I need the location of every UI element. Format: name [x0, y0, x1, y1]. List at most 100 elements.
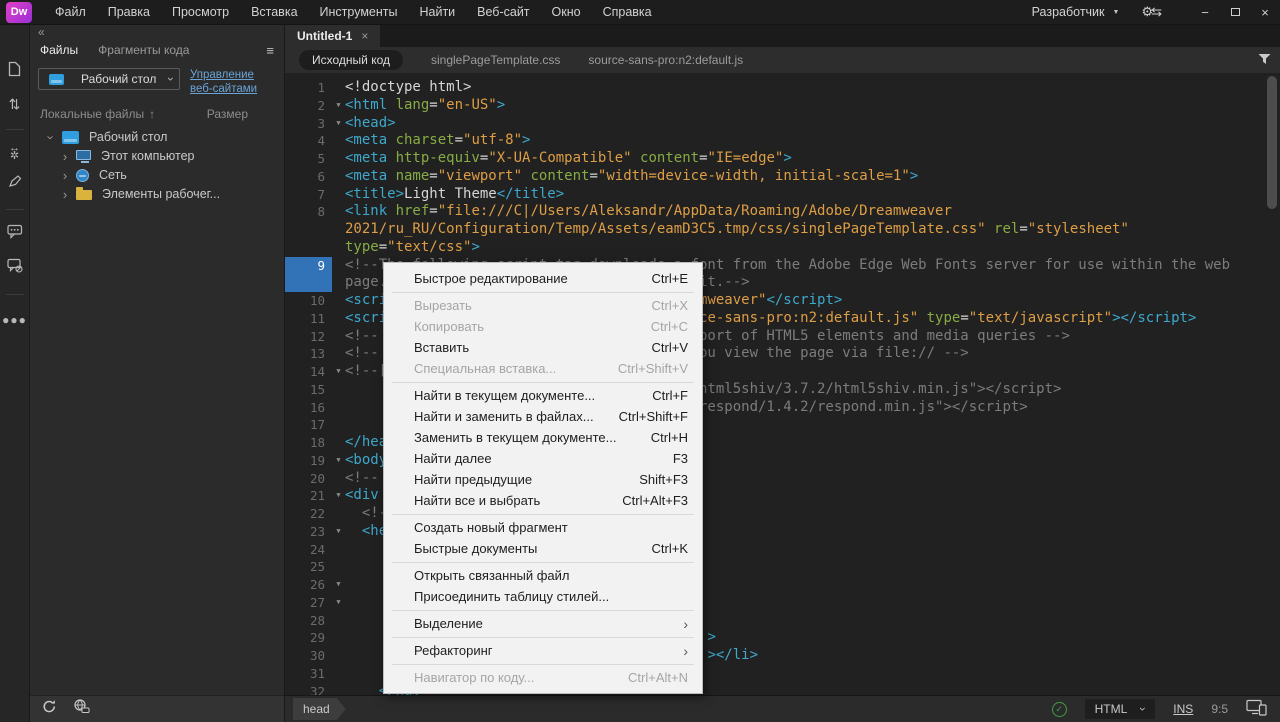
code-fold-icon[interactable]: ▼	[332, 115, 345, 133]
context-menu-item[interactable]: Открыть связанный файл	[384, 565, 702, 586]
context-menu-item[interactable]: Рефакторинг›	[384, 640, 702, 661]
site-selector[interactable]: Рабочий стол ›	[38, 68, 180, 90]
code-row[interactable]: type="text/css">	[285, 239, 1280, 257]
restore-icon	[1231, 8, 1240, 16]
code-row[interactable]: 5<meta http-equiv="X-UA-Compatible" cont…	[285, 150, 1280, 168]
find-replace-icon[interactable]: ↔✲	[9, 144, 20, 160]
menubar-item[interactable]: Справка	[592, 0, 663, 24]
context-menu-item[interactable]: ВырезатьCtrl+X	[384, 295, 702, 316]
menubar-item[interactable]: Просмотр	[161, 0, 240, 24]
context-menu-item[interactable]: КопироватьCtrl+C	[384, 316, 702, 337]
menubar-item[interactable]: Файл	[44, 0, 97, 24]
tree-item[interactable]: ›Рабочий стол	[30, 128, 284, 147]
code-fold-spacer	[332, 665, 345, 683]
tag-selector[interactable]: head	[293, 698, 346, 720]
document-tab-title: Untitled-1	[297, 29, 352, 43]
code-row[interactable]: 8<link href="file:///C|/Users/Aleksandr/…	[285, 203, 1280, 221]
workspace-switcher[interactable]: Разработчик ▼	[1032, 5, 1120, 19]
context-menu-item[interactable]: Найти предыдущиеShift+F3	[384, 469, 702, 490]
document-tab[interactable]: Untitled-1 ×	[285, 25, 380, 47]
left-toolbar: ⇅ ↔✲ ●●●	[0, 25, 30, 722]
context-menu-item[interactable]: Найти и заменить в файлах...Ctrl+Shift+F	[384, 406, 702, 427]
line-number: 1	[285, 79, 332, 97]
menubar-item[interactable]: Найти	[408, 0, 466, 24]
column-size[interactable]: Размер	[207, 107, 248, 121]
close-button[interactable]: ×	[1250, 0, 1280, 24]
tab-code-snippets[interactable]: Фрагменты кода	[98, 43, 189, 57]
context-menu-item[interactable]: Найти в текущем документе...Ctrl+F	[384, 385, 702, 406]
menubar-item[interactable]: Окно	[541, 0, 592, 24]
code-row[interactable]: 2021/ru_RU/Configuration/Temp/Assets/eam…	[285, 221, 1280, 239]
code-row[interactable]: 2▼<html lang="en-US">	[285, 97, 1280, 115]
file-transfer-icon[interactable]: ⇅	[9, 96, 21, 113]
new-file-icon[interactable]	[8, 61, 21, 82]
context-menu-item[interactable]: Специальная вставка...Ctrl+Shift+V	[384, 358, 702, 379]
code-fold-icon[interactable]: ▼	[332, 523, 345, 541]
site-selector-value: Рабочий стол	[81, 72, 156, 86]
tab-files[interactable]: Файлы	[40, 43, 78, 57]
device-preview-icon[interactable]	[1246, 699, 1268, 719]
code-row[interactable]: 4<meta charset="utf-8">	[285, 132, 1280, 150]
code-fold-icon[interactable]: ▼	[332, 594, 345, 612]
code-row[interactable]: 1<!doctype html>	[285, 79, 1280, 97]
context-menu-item[interactable]: Быстрые документыCtrl+K	[384, 538, 702, 559]
menubar-item[interactable]: Вставка	[240, 0, 308, 24]
column-local-files[interactable]: Локальные файлы	[40, 107, 144, 121]
context-menu-item[interactable]: Навигатор по коду...Ctrl+Alt+N	[384, 667, 702, 688]
chevron-collapsed-icon[interactable]: ›	[58, 168, 72, 183]
more-tools-icon[interactable]: ●●●	[2, 313, 27, 327]
edit-code-icon[interactable]	[8, 174, 22, 193]
code-fold-spacer	[332, 79, 345, 97]
restore-button[interactable]	[1220, 0, 1250, 24]
context-menu-item[interactable]: Заменить в текущем документе...Ctrl+H	[384, 427, 702, 448]
chevron-collapsed-icon[interactable]: ›	[58, 149, 72, 164]
comments-icon[interactable]	[7, 224, 23, 244]
related-file[interactable]: Исходный код	[299, 50, 403, 70]
insert-mode-indicator[interactable]: INS	[1173, 702, 1193, 716]
context-menu-item[interactable]: Присоединить таблицу стилей...	[384, 586, 702, 607]
context-menu-item[interactable]: Выделение›	[384, 613, 702, 634]
context-menu-item[interactable]: Создать новый фрагмент	[384, 517, 702, 538]
code-row[interactable]: 6<meta name="viewport" content="width=de…	[285, 168, 1280, 186]
code-fold-icon[interactable]: ▼	[332, 97, 345, 115]
tree-item[interactable]: ›Этот компьютер	[30, 147, 284, 166]
line-number: 31	[285, 665, 332, 683]
line-number: 25	[285, 558, 332, 576]
context-menu-item[interactable]: ВставитьCtrl+V	[384, 337, 702, 358]
tree-item[interactable]: ›Элементы рабочег...	[30, 185, 284, 204]
minimize-button[interactable]: −	[1190, 0, 1220, 24]
refresh-icon[interactable]	[42, 699, 57, 719]
code-fold-icon[interactable]: ▼	[332, 576, 345, 594]
menubar-item[interactable]: Инструменты	[309, 0, 409, 24]
code-row[interactable]: 3▼<head>	[285, 115, 1280, 133]
collapse-panel-icon[interactable]: «	[30, 25, 284, 39]
manage-sites-link[interactable]: Управление веб-сайтами	[190, 68, 276, 97]
chevron-collapsed-icon[interactable]: ›	[58, 187, 72, 202]
code-fold-icon[interactable]: ▼	[332, 487, 345, 505]
context-menu-item[interactable]: Найти все и выбратьCtrl+Alt+F3	[384, 490, 702, 511]
comments-disabled-icon[interactable]	[7, 258, 23, 278]
line-number: 3	[285, 115, 332, 133]
line-number: 2	[285, 97, 332, 115]
chevron-expanded-icon[interactable]: ›	[44, 130, 59, 144]
menubar-item[interactable]: Веб-сайт	[466, 0, 540, 24]
context-menu-item[interactable]: Найти далееF3	[384, 448, 702, 469]
code-row[interactable]: 7<title>Light Theme</title>	[285, 186, 1280, 204]
tree-item-label: Сеть	[99, 168, 127, 182]
menubar-item[interactable]: Правка	[97, 0, 161, 24]
connect-server-icon[interactable]	[73, 699, 90, 719]
related-file[interactable]: source-sans-pro:n2:default.js	[588, 53, 743, 67]
tree-item[interactable]: › Сеть	[30, 166, 284, 185]
workspace-gear-icon[interactable]: ⚙⇆	[1141, 4, 1160, 20]
context-menu-item[interactable]: Быстрое редактированиеCtrl+E	[384, 268, 702, 289]
related-file[interactable]: singlePageTemplate.css	[431, 53, 560, 67]
code-fold-icon[interactable]: ▼	[332, 452, 345, 470]
tab-close-icon[interactable]: ×	[361, 29, 368, 43]
doctype-selector[interactable]: HTML ›	[1085, 699, 1156, 719]
context-menu: Быстрое редактированиеCtrl+E ВырезатьCtrl…	[383, 262, 703, 694]
code-fold-icon[interactable]: ▼	[332, 363, 345, 381]
vertical-scrollbar[interactable]	[1267, 76, 1277, 209]
code-fold-spacer	[332, 186, 345, 204]
filter-icon[interactable]	[1258, 53, 1271, 68]
panel-menu-icon[interactable]: ≡	[266, 43, 274, 58]
